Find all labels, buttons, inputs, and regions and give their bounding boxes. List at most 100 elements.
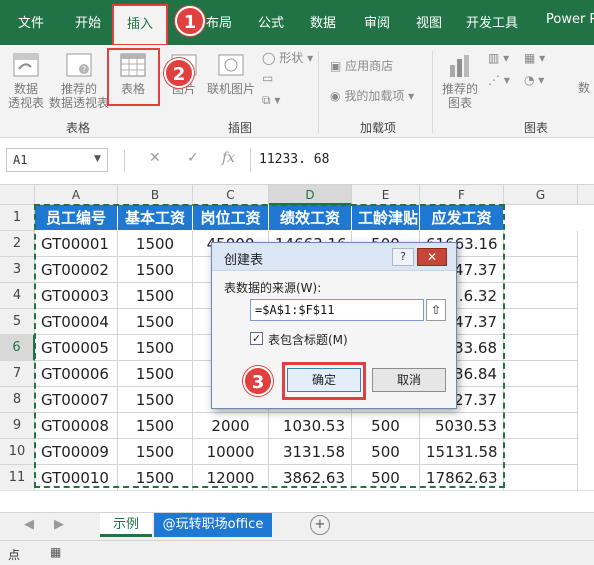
- tab-developer[interactable]: 开发工具: [466, 12, 518, 31]
- table-cell[interactable]: 1500: [118, 465, 193, 491]
- recommended-charts-button[interactable]: 推荐的 图表: [440, 51, 480, 110]
- table-cell[interactable]: GT00005: [35, 335, 118, 361]
- next-sheet-icon[interactable]: ▶: [52, 513, 66, 537]
- table-cell[interactable]: GT00006: [35, 361, 118, 387]
- table-cell[interactable]: GT00002: [35, 257, 118, 283]
- table-cell[interactable]: 1500: [118, 309, 193, 335]
- column-header-h[interactable]: [578, 185, 594, 205]
- online-pictures-button[interactable]: 联机图片: [204, 51, 258, 96]
- column-header-e[interactable]: E: [352, 185, 420, 205]
- table-cell[interactable]: 15131.58: [420, 439, 504, 465]
- tab-page-layout[interactable]: 布局: [206, 12, 232, 31]
- pivot-chart-button[interactable]: 数: [574, 81, 594, 95]
- pivot-table-button[interactable]: 数据 透视表: [6, 51, 46, 110]
- column-header-a[interactable]: A: [35, 185, 118, 205]
- sheet-tab-office[interactable]: @玩转职场office: [154, 513, 272, 537]
- table-cell[interactable]: [504, 439, 578, 465]
- table-cell[interactable]: [504, 413, 578, 439]
- column-header-f[interactable]: F: [420, 185, 504, 205]
- row-header[interactable]: 11: [0, 465, 35, 491]
- table-cell[interactable]: 1500: [118, 335, 193, 361]
- hierarchy-chart-button[interactable]: ▦ ▾: [524, 51, 545, 65]
- tab-view[interactable]: 视图: [416, 12, 442, 31]
- row-header[interactable]: 7: [0, 361, 35, 387]
- table-cell[interactable]: 1500: [118, 439, 193, 465]
- row-header[interactable]: 5: [0, 309, 35, 335]
- table-cell[interactable]: [504, 283, 578, 309]
- table-cell[interactable]: 12000: [193, 465, 269, 491]
- cancel-icon[interactable]: ✕: [149, 150, 161, 166]
- table-cell[interactable]: 3131.58: [269, 439, 352, 465]
- select-all-corner[interactable]: [0, 185, 35, 205]
- table-cell[interactable]: 2000: [193, 413, 269, 439]
- tab-file[interactable]: 文件: [18, 12, 44, 31]
- table-cell[interactable]: 1030.53: [269, 413, 352, 439]
- table-cell[interactable]: GT00001: [35, 231, 118, 257]
- macro-record-icon[interactable]: ▦: [50, 545, 61, 559]
- table-cell[interactable]: 3862.63: [269, 465, 352, 491]
- screenshot-button[interactable]: ⧉ ▾: [262, 93, 280, 108]
- table-cell[interactable]: GT00004: [35, 309, 118, 335]
- collapse-range-button[interactable]: ⇧: [426, 299, 446, 321]
- row-header[interactable]: 8: [0, 387, 35, 413]
- table-cell[interactable]: GT00009: [35, 439, 118, 465]
- table-header-cell[interactable]: 工龄津贴: [352, 205, 420, 231]
- pie-chart-button[interactable]: ◔ ▾: [524, 73, 544, 87]
- table-cell[interactable]: GT00003: [35, 283, 118, 309]
- row-header[interactable]: 1: [0, 205, 35, 231]
- table-header-cell[interactable]: 员工编号: [35, 205, 118, 231]
- table-cell[interactable]: 500: [352, 413, 420, 439]
- name-box[interactable]: A1: [6, 148, 108, 172]
- enter-icon[interactable]: ✓: [187, 150, 199, 166]
- prev-sheet-icon[interactable]: ◀: [22, 513, 36, 537]
- table-header-cell[interactable]: 应发工资: [420, 205, 504, 231]
- chevron-down-icon[interactable]: ▼: [94, 154, 101, 164]
- row-header[interactable]: 4: [0, 283, 35, 309]
- table-header-cell[interactable]: 岗位工资: [193, 205, 269, 231]
- tab-data[interactable]: 数据: [310, 12, 336, 31]
- line-chart-button[interactable]: ⋰ ▾: [488, 73, 510, 87]
- column-chart-button[interactable]: ▥ ▾: [488, 51, 509, 65]
- table-cell[interactable]: 1500: [118, 231, 193, 257]
- fx-icon[interactable]: fx: [222, 150, 235, 166]
- row-header[interactable]: 10: [0, 439, 35, 465]
- table-cell[interactable]: 10000: [193, 439, 269, 465]
- table-cell[interactable]: 17862.63: [420, 465, 504, 491]
- table-cell[interactable]: 500: [352, 439, 420, 465]
- table-cell[interactable]: 1500: [118, 361, 193, 387]
- smartart-button[interactable]: ▭: [262, 71, 273, 85]
- column-header-b[interactable]: B: [118, 185, 193, 205]
- table-cell[interactable]: [504, 231, 578, 257]
- table-cell[interactable]: GT00010: [35, 465, 118, 491]
- table-cell[interactable]: [504, 465, 578, 491]
- has-headers-checkbox[interactable]: ✓: [250, 332, 263, 345]
- table-cell[interactable]: [504, 361, 578, 387]
- row-header[interactable]: 6: [0, 335, 35, 361]
- table-cell[interactable]: 1500: [118, 413, 193, 439]
- close-button[interactable]: ✕: [417, 248, 447, 266]
- column-header-c[interactable]: C: [193, 185, 269, 205]
- table-cell[interactable]: 1500: [118, 257, 193, 283]
- recommended-pivot-button[interactable]: ? 推荐的 数据透视表: [48, 51, 110, 110]
- table-cell[interactable]: [504, 387, 578, 413]
- dialog-titlebar[interactable]: 创建表 ? ✕: [212, 243, 456, 271]
- table-cell[interactable]: GT00007: [35, 387, 118, 413]
- row-header[interactable]: 2: [0, 231, 35, 257]
- table-cell[interactable]: GT00008: [35, 413, 118, 439]
- column-header-g[interactable]: G: [504, 185, 578, 205]
- has-headers-label[interactable]: 表包含标题(M): [268, 331, 348, 348]
- row-header[interactable]: 3: [0, 257, 35, 283]
- column-header-d[interactable]: D: [269, 185, 352, 205]
- tab-review[interactable]: 审阅: [364, 12, 390, 31]
- app-store-button[interactable]: ▣ 应用商店: [330, 57, 393, 74]
- table-cell[interactable]: 1500: [118, 387, 193, 413]
- table-cell[interactable]: [504, 309, 578, 335]
- tab-power-pivot[interactable]: Power P: [546, 12, 594, 27]
- table-header-cell[interactable]: 基本工资: [118, 205, 193, 231]
- table-header-cell[interactable]: 绩效工资: [269, 205, 352, 231]
- formula-input[interactable]: 11233. 68: [250, 148, 594, 172]
- table-cell[interactable]: [504, 335, 578, 361]
- add-sheet-button[interactable]: +: [310, 515, 330, 535]
- cancel-button[interactable]: 取消: [372, 368, 446, 392]
- help-button[interactable]: ?: [392, 248, 414, 266]
